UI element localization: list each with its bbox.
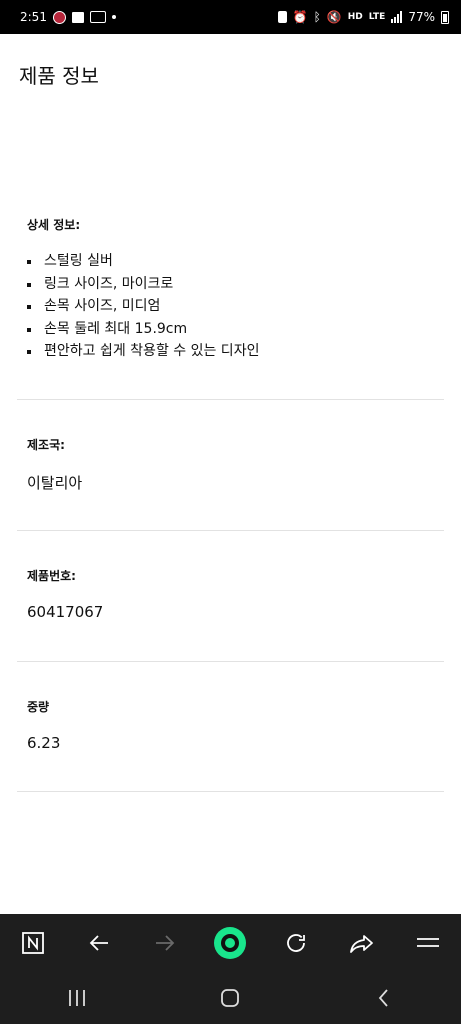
signal-icon: [391, 11, 403, 23]
back-icon[interactable]: [364, 978, 404, 1018]
battery-icon: [441, 10, 449, 24]
reload-icon[interactable]: [276, 923, 316, 963]
battery-percent: 77%: [408, 10, 435, 24]
mute-icon: 🔇: [326, 10, 342, 24]
forward-arrow-icon[interactable]: [145, 923, 185, 963]
product-number-label: 제품번호:: [27, 569, 76, 583]
menu-icon[interactable]: [408, 923, 448, 963]
system-nav-bar: [0, 972, 461, 1024]
list-item: 링크 사이즈, 마이크로: [27, 273, 444, 296]
notification-badge-icon: [89, 11, 106, 23]
status-time: 2:51: [20, 10, 47, 24]
weight-section: 중량 6.23: [27, 698, 444, 752]
alarm-icon: ⏰: [292, 10, 308, 24]
details-section: 상세 정보: 스털링 실버 링크 사이즈, 마이크로 손목 사이즈, 미디엄 손…: [27, 216, 444, 363]
status-right: ⏰ ᛒ 🔇 HD LTE 77%: [277, 10, 449, 24]
divider: [17, 791, 444, 792]
recent-apps-icon[interactable]: [57, 978, 97, 1018]
status-left: 2:51: [20, 10, 116, 24]
origin-label: 제조국:: [27, 438, 65, 452]
list-item: 손목 둘레 최대 15.9cm: [27, 318, 444, 341]
hd-voice-icon: HD: [347, 11, 363, 22]
green-dot-home-icon[interactable]: [210, 923, 250, 963]
divider: [17, 399, 444, 400]
back-arrow-icon[interactable]: [79, 923, 119, 963]
naver-n-icon[interactable]: [13, 923, 53, 963]
origin-value: 이탈리아: [27, 474, 83, 492]
details-label: 상세 정보:: [27, 218, 81, 232]
weight-value: 6.23: [27, 734, 61, 752]
sim-icon: [277, 11, 287, 23]
list-item: 스털링 실버: [27, 250, 444, 273]
details-list: 스털링 실버 링크 사이즈, 마이크로 손목 사이즈, 미디엄 손목 둘레 최대…: [27, 250, 444, 363]
gallery-notification-icon: [71, 11, 84, 23]
more-notifications-icon: [111, 15, 116, 19]
page-title: 제품 정보: [19, 64, 99, 88]
browser-toolbar: [0, 914, 461, 972]
share-icon[interactable]: [342, 923, 382, 963]
weight-label: 중량: [27, 700, 50, 714]
list-item: 손목 사이즈, 미디엄: [27, 295, 444, 318]
product-number-value: 60417067: [27, 603, 104, 621]
notification-app-icon: [52, 10, 66, 24]
divider: [17, 530, 444, 531]
network-type-icon: LTE: [368, 11, 386, 22]
divider: [17, 661, 444, 662]
home-icon[interactable]: [210, 978, 250, 1018]
origin-section: 제조국: 이탈리아: [27, 436, 444, 493]
list-item: 편안하고 쉽게 착용할 수 있는 디자인: [27, 340, 444, 363]
status-bar: 2:51 ⏰ ᛒ 🔇 HD LTE 77%: [0, 0, 461, 34]
bluetooth-icon: ᛒ: [313, 10, 321, 24]
product-number-section: 제품번호: 60417067: [27, 567, 444, 621]
